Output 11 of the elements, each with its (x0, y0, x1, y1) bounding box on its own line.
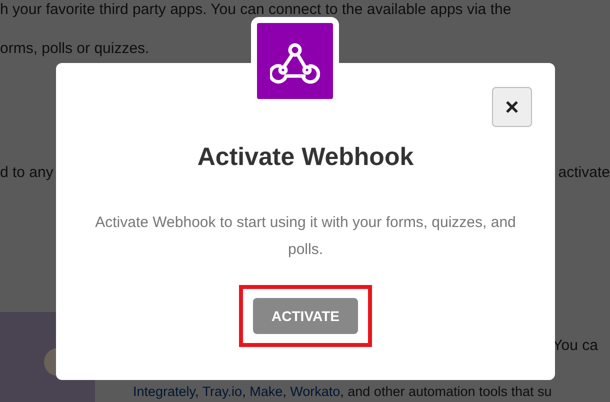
activate-button[interactable]: ACTIVATE (253, 298, 358, 334)
body-text: Integrately, Tray.io, Make, Workato, and other automation tools that su (133, 383, 552, 401)
intro-text: h your favorite third party apps. You can connect to the available apps via the (0, 0, 512, 20)
intro-text: orms, polls or quizzes. (0, 39, 150, 59)
body-text: d to any (0, 163, 54, 183)
body-text: activate (558, 163, 610, 183)
close-icon (504, 99, 520, 115)
body-text: You ca (552, 336, 599, 356)
close-button[interactable] (492, 87, 532, 127)
dialog-title: Activate Webhook (197, 142, 414, 173)
dialog-message: Activate Webhook to start using it with your forms, quizzes, and polls. (94, 213, 517, 260)
